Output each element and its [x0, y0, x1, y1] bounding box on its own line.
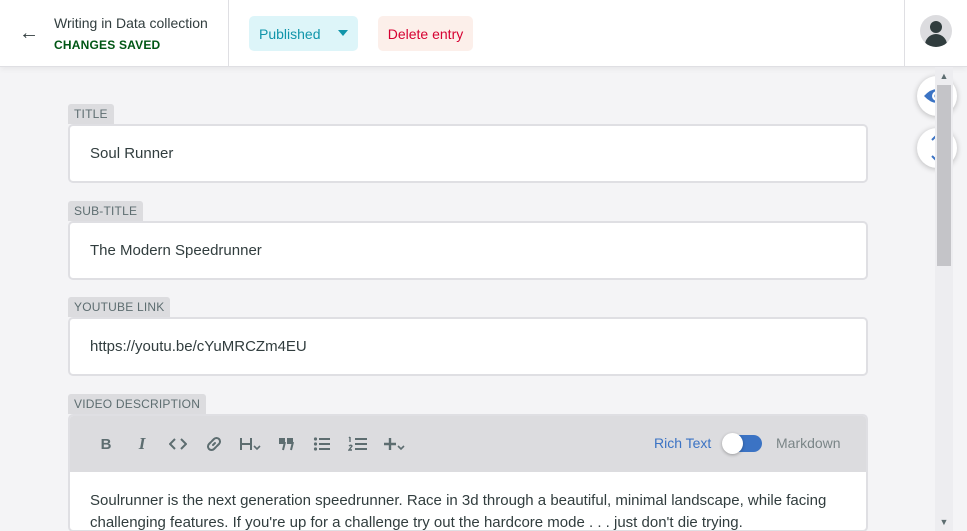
avatar-head — [930, 21, 942, 33]
italic-icon[interactable]: I — [124, 426, 160, 462]
title-field-label: TITLE — [68, 104, 114, 124]
subtitle-input[interactable]: The Modern Speedrunner — [68, 221, 868, 280]
delete-entry-button[interactable]: Delete entry — [378, 16, 473, 51]
entry-titles: Writing in Data collection CHANGES SAVED — [54, 14, 208, 54]
arrow-left-icon[interactable]: ← — [16, 20, 42, 46]
quote-icon[interactable] — [268, 426, 304, 462]
chevron-down-icon — [338, 30, 348, 36]
video-description-field: VIDEO DESCRIPTION B I Rich Text Markdown… — [68, 394, 868, 531]
user-avatar-icon[interactable] — [920, 15, 952, 47]
video-description-field-label: VIDEO DESCRIPTION — [68, 394, 207, 414]
code-icon[interactable] — [160, 426, 196, 462]
youtube-link-input[interactable]: https://youtu.be/cYuMRCZm4EU — [68, 317, 868, 376]
bulleted-list-icon[interactable] — [304, 426, 340, 462]
scroll-up-icon[interactable]: ▲ — [935, 69, 953, 83]
youtube-link-field: YOUTUBE LINK https://youtu.be/cYuMRCZm4E… — [68, 297, 868, 376]
toggle-knob — [722, 433, 743, 454]
subtitle-field: SUB-TITLE The Modern Speedrunner — [68, 201, 868, 280]
youtube-link-field-label: YOUTUBE LINK — [68, 297, 171, 317]
numbered-list-icon[interactable] — [340, 426, 376, 462]
avatar-body — [925, 34, 947, 47]
vertical-scrollbar[interactable]: ▲ ▼ — [935, 67, 953, 531]
divider — [228, 0, 229, 66]
title-input[interactable]: Soul Runner — [68, 124, 868, 183]
link-icon[interactable] — [196, 426, 232, 462]
collection-label: Writing in Data collection — [54, 15, 208, 31]
markdown-mode-label[interactable]: Markdown — [776, 435, 841, 451]
editor-toolbar: B I Rich Text Markdown — [70, 416, 866, 472]
save-status: CHANGES SAVED — [54, 38, 161, 52]
divider — [904, 0, 905, 66]
rich-text-mode-label[interactable]: Rich Text — [654, 435, 711, 451]
status-dropdown-value: Published — [259, 25, 321, 42]
scroll-down-icon[interactable]: ▼ — [935, 515, 953, 529]
heading-icon[interactable] — [232, 426, 268, 462]
title-field: TITLE Soul Runner — [68, 104, 868, 183]
editor-mode-toggle[interactable] — [722, 433, 762, 454]
top-bar: ← Writing in Data collection CHANGES SAV… — [0, 0, 967, 67]
description-editor-content[interactable]: Soulrunner is the next generation speedr… — [70, 472, 866, 530]
bold-icon[interactable]: B — [88, 426, 124, 462]
subtitle-field-label: SUB-TITLE — [68, 201, 144, 221]
rich-text-editor: B I Rich Text Markdown Soulrunner is the… — [68, 414, 868, 531]
status-dropdown[interactable]: Published — [249, 16, 358, 51]
add-block-icon[interactable] — [376, 426, 412, 462]
scrollbar-thumb[interactable] — [937, 85, 951, 266]
